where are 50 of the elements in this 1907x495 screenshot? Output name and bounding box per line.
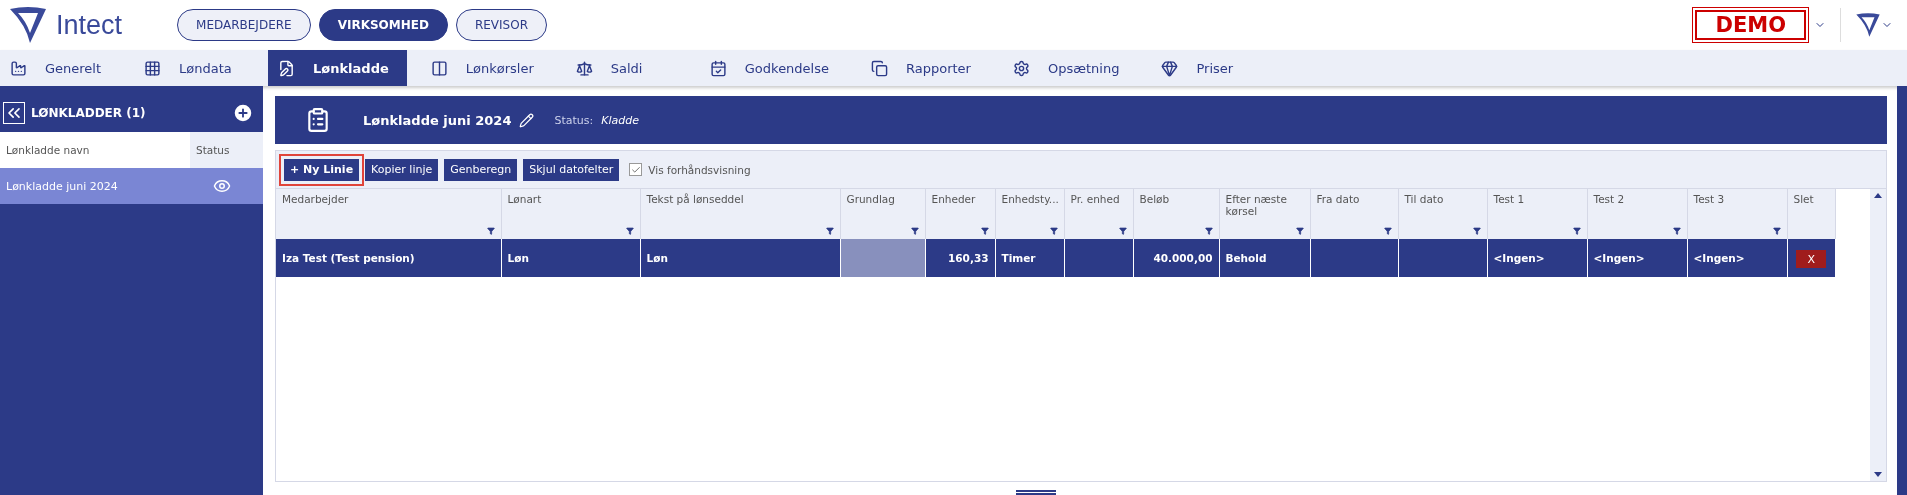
role-button[interactable]: REVISOR [455, 9, 547, 41]
column-header: Beløb [1133, 189, 1219, 239]
column-header: Fra dato [1310, 189, 1398, 239]
table-cell: Behold [1219, 239, 1310, 277]
column-header: Pr. enhed [1064, 189, 1133, 239]
column-header: Efter næste kørsel [1219, 189, 1310, 239]
nav-tab[interactable]: Saldi [565, 50, 686, 86]
table-cell: Iza Test (Test pension) [276, 239, 501, 277]
column-header: Test 1 [1487, 189, 1587, 239]
nav-tab[interactable]: Lønkørsler [420, 50, 552, 86]
nav-tab[interactable]: Generelt [0, 50, 120, 86]
nav-tab[interactable]: Priser [1151, 50, 1272, 86]
table-cell: Løn [501, 239, 640, 277]
sidebar-title: LØNKLADDER (1) [31, 106, 147, 120]
table-cell: Løn [640, 239, 840, 277]
panel-title: Lønkladde juni 2024 [363, 112, 512, 128]
nav-tab[interactable]: Rapporter [861, 50, 989, 86]
nav-tab[interactable]: Løndata [134, 50, 254, 86]
status-value: Kladde [601, 113, 639, 127]
checkbox-label: Vis forhåndsvisning [648, 163, 751, 176]
nav-tab[interactable]: Godkendelse [699, 50, 847, 86]
table-cell: <Ingen> [1487, 239, 1587, 277]
column-header: Enhedsty... [995, 189, 1064, 239]
column-header: Test 3 [1687, 189, 1787, 239]
table-cell: Timer [995, 239, 1064, 277]
status-label: Status: [554, 113, 594, 127]
column-header: Test 2 [1587, 189, 1687, 239]
column-header: Enheder [925, 189, 995, 239]
brand-name: Intect [56, 9, 123, 41]
table-cell: 160,33 [925, 239, 995, 277]
column-header: Status [190, 132, 263, 168]
column-header: Slet [1787, 189, 1835, 239]
toolbar-button[interactable]: Kopier linje [365, 158, 439, 181]
demo-badge: DEMO [1695, 10, 1806, 40]
column-header: Medarbejder [276, 189, 501, 239]
table-cell: 40.000,00 [1133, 239, 1219, 277]
nav-tab[interactable]: Lønkladde [268, 50, 407, 86]
table-cell: <Ingen> [1687, 239, 1787, 277]
column-header: Lønkladde navn [5, 143, 91, 158]
column-header: Grundlag [840, 189, 925, 239]
table-cell: <Ingen> [1587, 239, 1687, 277]
role-button[interactable]: VIRKSOMHED [318, 9, 448, 41]
toolbar-button[interactable]: Skjul datofelter [523, 158, 620, 181]
role-button[interactable]: MEDARBEJDERE [177, 9, 311, 41]
toolbar-button[interactable]: Genberegn [444, 158, 518, 181]
nav-tab[interactable]: Opsætning [1002, 50, 1138, 86]
column-header: Tekst på lønseddel [640, 189, 840, 239]
column-header: Til dato [1398, 189, 1487, 239]
column-header: Lønart [501, 189, 640, 239]
delete-button[interactable]: X [1796, 250, 1827, 269]
